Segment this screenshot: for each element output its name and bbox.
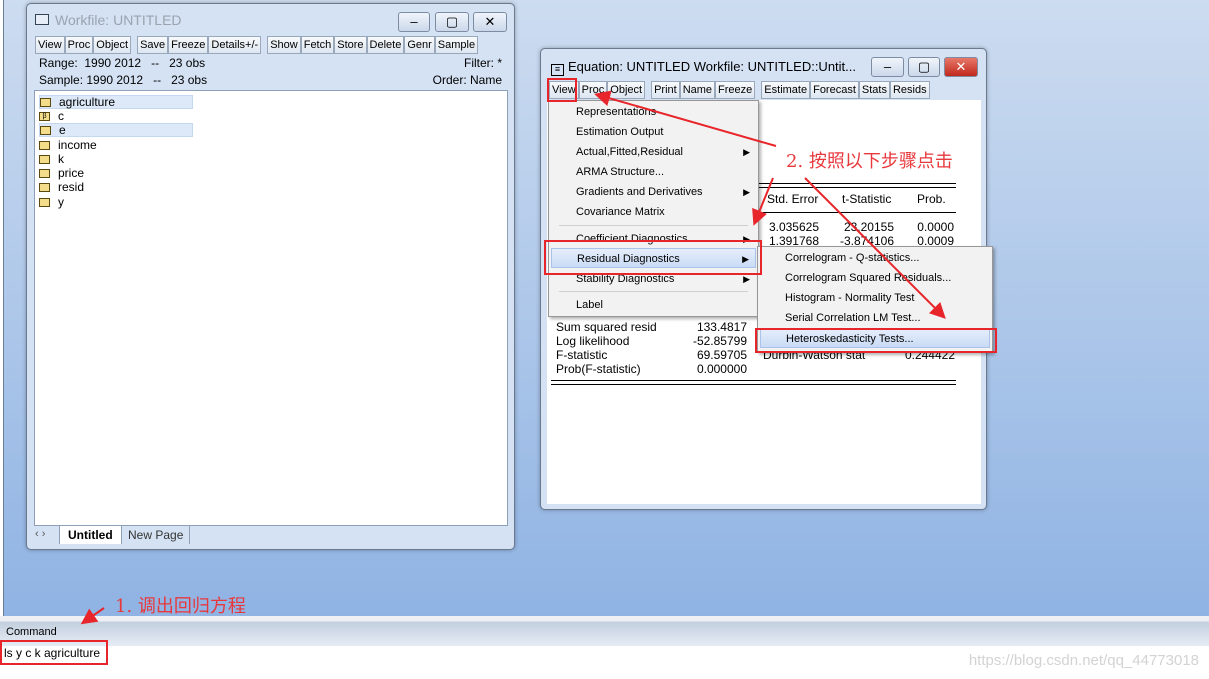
- arrow-to-residual: [752, 177, 774, 226]
- arrow-to-view: [594, 90, 777, 147]
- arrow-to-heteroskedasticity: [804, 177, 946, 319]
- arrow-to-command: [80, 607, 105, 625]
- annotation-arrows: [80, 90, 946, 625]
